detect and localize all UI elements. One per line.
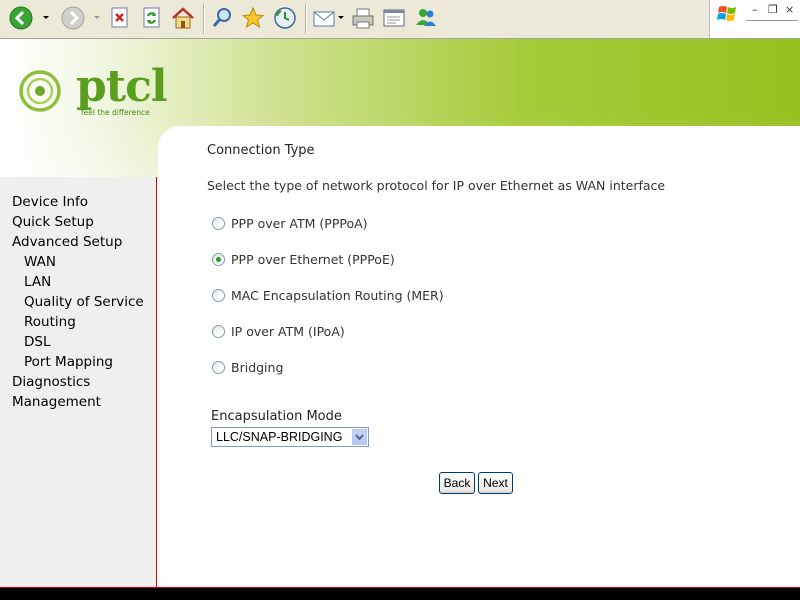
back-icon[interactable] [8,5,34,31]
page-description: Select the type of network protocol for … [207,178,666,193]
minimize-icon[interactable]: – [752,3,758,16]
back-dropdown-icon[interactable] [43,16,49,19]
sidebar-item-quality-of-service[interactable]: Quality of Service [24,294,144,310]
chevron-down-icon[interactable] [352,429,367,445]
sidebar-item-diagnostics[interactable]: Diagnostics [12,374,90,390]
forward-icon[interactable] [60,5,86,31]
radio-label-ipoa: IP over ATM (IPoA) [231,324,345,339]
forward-dropdown-icon[interactable] [94,16,100,19]
window-controls: – ❐ × [709,0,800,38]
bottom-bar [0,587,800,600]
favorites-icon[interactable] [240,5,266,31]
ptcl-logo: ptcl feel the difference [18,61,168,121]
sidebar-item-lan[interactable]: LAN [24,274,51,290]
radio-label-pppoe: PPP over Ethernet (PPPoE) [231,252,395,267]
restore-icon[interactable]: ❐ [768,3,778,16]
windows-logo-icon [717,6,736,21]
logo-tagline: feel the difference [81,108,150,117]
sidebar-item-port-mapping[interactable]: Port Mapping [24,354,113,370]
sidebar-item-device-info[interactable]: Device Info [12,194,88,210]
radio-pppoe[interactable] [212,253,225,266]
history-icon[interactable] [272,5,298,31]
sidebar-item-management[interactable]: Management [12,394,101,410]
radio-ipoa[interactable] [212,325,225,338]
sidebar-item-advanced-setup[interactable]: Advanced Setup [12,234,122,250]
radio-bridging[interactable] [212,361,225,374]
encapsulation-mode-label: Encapsulation Mode [211,409,342,424]
radio-pppoa[interactable] [212,217,225,230]
logo-mark-icon [19,70,61,112]
browser-toolbar: – ❐ × [0,0,800,39]
mail-icon[interactable] [311,5,337,31]
main-content: Connection Type Select the type of netwo… [158,126,800,587]
sidebar-item-quick-setup[interactable]: Quick Setup [12,214,94,230]
encapsulation-mode-value: LLC/SNAP-BRIDGING [216,430,343,444]
close-icon[interactable]: × [785,3,794,16]
back-button[interactable]: Back [439,472,475,494]
page-title: Connection Type [207,143,315,158]
edit-icon[interactable] [381,5,407,31]
print-icon[interactable] [350,5,376,31]
logo-text: ptcl [76,61,168,112]
window-divider [746,20,798,21]
radio-label-pppoa: PPP over ATM (PPPoA) [231,216,368,231]
refresh-icon[interactable] [139,5,165,31]
sidebar-item-wan[interactable]: WAN [24,254,56,270]
mail-dropdown-icon[interactable] [338,16,344,19]
sidebar-item-routing[interactable]: Routing [24,314,76,330]
home-icon[interactable] [170,5,196,31]
stop-icon[interactable] [107,5,133,31]
search-icon[interactable] [209,5,235,31]
sidebar-item-dsl[interactable]: DSL [24,334,51,350]
messenger-icon[interactable] [413,5,439,31]
encapsulation-mode-select[interactable]: LLC/SNAP-BRIDGING [211,427,369,447]
sidebar-nav: Device Info Quick Setup Advanced Setup W… [0,177,157,587]
radio-mer[interactable] [212,289,225,302]
next-button[interactable]: Next [478,472,513,494]
radio-label-mer: MAC Encapsulation Routing (MER) [231,288,444,303]
radio-label-bridging: Bridging [231,360,284,375]
